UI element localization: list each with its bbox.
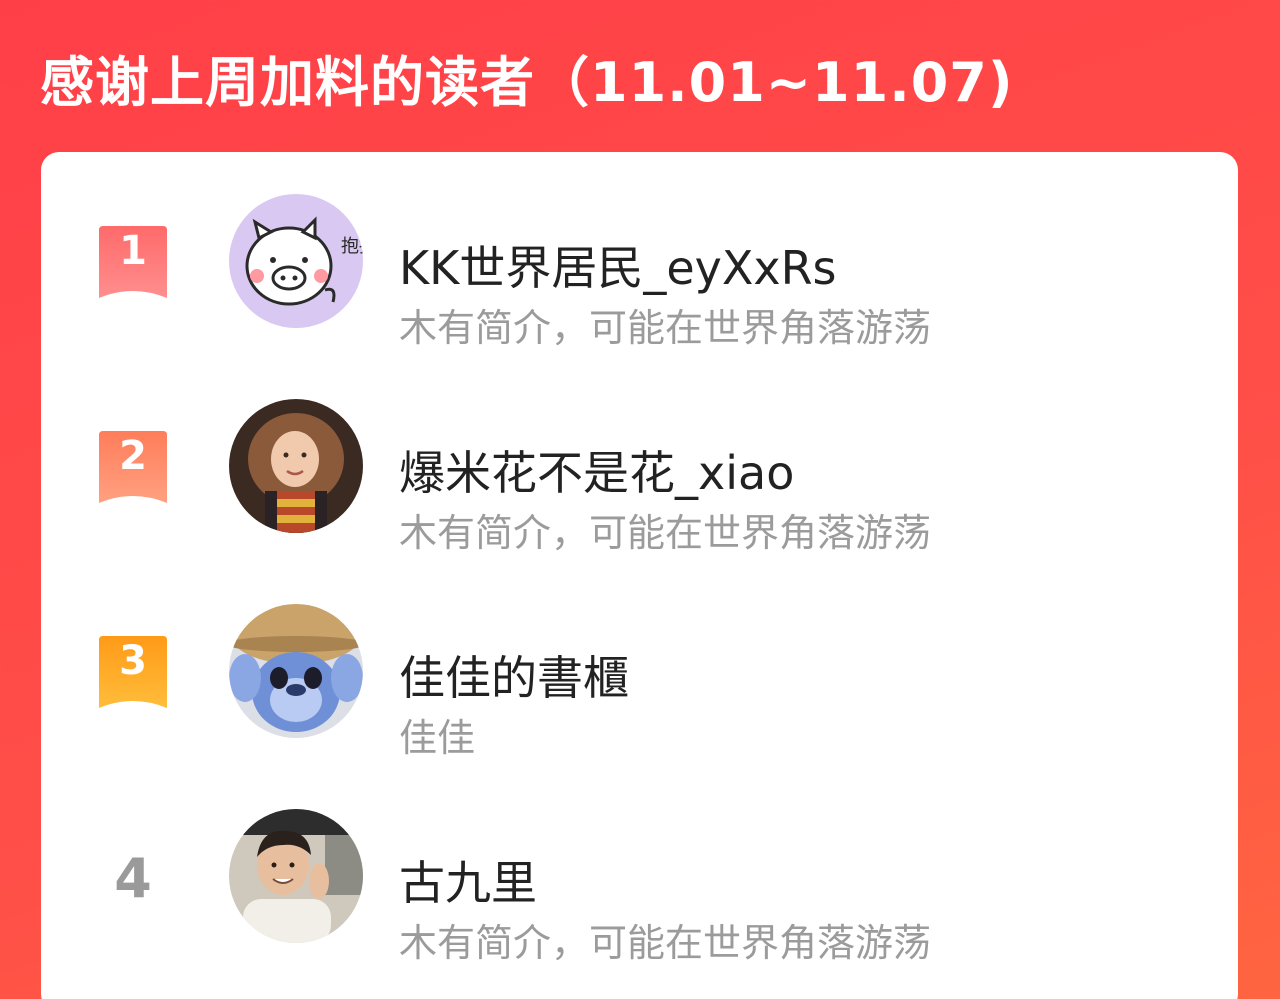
reader-name[interactable]: KK世界居民_eyXxRs bbox=[399, 240, 837, 296]
reader-name[interactable]: 佳佳的書櫃 bbox=[399, 650, 629, 706]
avatar[interactable]: 抱抱 bbox=[229, 194, 363, 328]
reader-bio: 佳佳 bbox=[399, 716, 476, 760]
list-item[interactable]: 1 抱抱 KK世界居民_eyXxRs 木有简介，可能在世界角落游荡 bbox=[41, 194, 1238, 350]
avatar[interactable] bbox=[229, 604, 363, 738]
rank-badge-icon: 2 bbox=[99, 431, 167, 503]
page-title: 感谢上周加料的读者（11.01~11.07) bbox=[40, 51, 1014, 114]
pig-caption: 抱抱 bbox=[341, 236, 363, 257]
rank-badge-icon: 1 bbox=[99, 226, 167, 298]
reader-name[interactable]: 古九里 bbox=[399, 855, 537, 911]
reader-list-card: 1 抱抱 KK世界居民_eyXxRs 木有简介，可能在世界角落游荡 bbox=[41, 152, 1238, 999]
list-item[interactable]: 2 爆米花不是花_xiao 木有简介，可能在世界角落游荡 bbox=[41, 399, 1238, 555]
list-item[interactable]: 4 古九里 木有简介，可能在世界角落游荡 bbox=[41, 809, 1238, 965]
avatar[interactable] bbox=[229, 809, 363, 943]
reader-name[interactable]: 爆米花不是花_xiao bbox=[399, 445, 794, 501]
avatar[interactable] bbox=[229, 399, 363, 533]
rank-number: 2 bbox=[119, 433, 147, 479]
plush-toy-avatar bbox=[229, 604, 363, 738]
girl-photo-avatar bbox=[229, 399, 363, 533]
pig-hug-icon: 抱抱 bbox=[229, 194, 363, 328]
rank-number: 4 bbox=[114, 847, 152, 910]
rank-number: 1 bbox=[119, 228, 147, 274]
rank-number: 3 bbox=[119, 638, 147, 684]
rank-badge-icon: 3 bbox=[99, 636, 167, 708]
reader-bio: 木有简介，可能在世界角落游荡 bbox=[399, 511, 932, 555]
reader-bio: 木有简介，可能在世界角落游荡 bbox=[399, 306, 932, 350]
reader-bio: 木有简介，可能在世界角落游荡 bbox=[399, 921, 932, 965]
list-item[interactable]: 3 佳佳的書櫃 佳佳 bbox=[41, 604, 1238, 760]
man-photo-avatar bbox=[229, 809, 363, 943]
